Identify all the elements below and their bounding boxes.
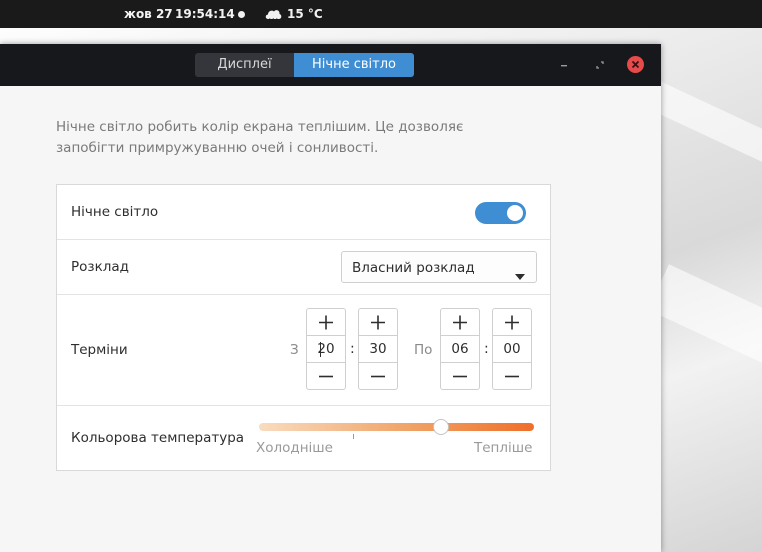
time-separator: : bbox=[350, 341, 355, 357]
wallpaper-stripe bbox=[647, 264, 762, 386]
cloud-icon[interactable] bbox=[264, 6, 282, 24]
from-minutes-field[interactable]: 30 bbox=[359, 336, 397, 362]
from-hours-spinner: 20 bbox=[306, 308, 346, 390]
text-cursor bbox=[320, 342, 321, 357]
close-icon[interactable] bbox=[627, 56, 644, 73]
night-light-settings-panel: Нічне світло Розклад Власний розклад Тер… bbox=[56, 184, 551, 471]
from-minutes-decrement-button[interactable] bbox=[359, 362, 397, 389]
to-hours-increment-button[interactable] bbox=[441, 309, 479, 336]
schedule-value: Власний розклад bbox=[352, 260, 475, 276]
display-settings-window: Дисплеї Нічне світло Нічне світло робить… bbox=[0, 44, 661, 552]
maximize-icon[interactable] bbox=[592, 57, 608, 73]
from-hours-decrement-button[interactable] bbox=[307, 362, 345, 389]
slider-handle[interactable] bbox=[433, 419, 449, 435]
minimize-icon[interactable] bbox=[556, 57, 572, 73]
tab-displays[interactable]: Дисплеї bbox=[195, 53, 294, 77]
panel-date[interactable]: жов 27 bbox=[124, 7, 173, 21]
to-minutes-spinner: 00 bbox=[492, 308, 532, 390]
panel-clock[interactable]: 19:54:14 bbox=[175, 7, 235, 21]
color-temperature-label: Кольорова температура bbox=[71, 430, 245, 446]
time-separator: : bbox=[484, 341, 489, 357]
from-hours-increment-button[interactable] bbox=[307, 309, 345, 336]
from-hours-field[interactable]: 20 bbox=[307, 336, 345, 362]
night-light-description: Нічне світло робить колір екрана тепліши… bbox=[56, 119, 464, 156]
window-titlebar[interactable]: Дисплеї Нічне світло bbox=[0, 44, 661, 86]
to-minutes-increment-button[interactable] bbox=[493, 309, 531, 336]
night-light-row: Нічне світло bbox=[57, 185, 550, 240]
from-minutes-spinner: 30 bbox=[358, 308, 398, 390]
slider-track[interactable] bbox=[259, 423, 534, 431]
top-panel: жов 27 19:54:14 15 °C bbox=[0, 0, 762, 28]
schedule-dropdown[interactable]: Власний розклад bbox=[341, 251, 537, 283]
schedule-row: Розклад Власний розклад bbox=[57, 240, 550, 295]
to-hours-field[interactable]: 06 bbox=[441, 336, 479, 362]
from-minutes-increment-button[interactable] bbox=[359, 309, 397, 336]
color-temperature-slider[interactable] bbox=[259, 419, 534, 439]
chevron-down-icon bbox=[515, 265, 525, 284]
night-light-switch[interactable] bbox=[475, 202, 526, 224]
notification-dot-icon[interactable] bbox=[238, 11, 245, 18]
to-minutes-field[interactable]: 00 bbox=[493, 336, 531, 362]
to-hours-spinner: 06 bbox=[440, 308, 480, 390]
times-row: Терміни З 20 : 30 По 06: 00 bbox=[57, 295, 550, 406]
to-minutes-decrement-button[interactable] bbox=[493, 362, 531, 389]
view-switcher: Дисплеї Нічне світло bbox=[195, 53, 414, 77]
warmer-label: Тепліше bbox=[474, 440, 533, 456]
panel-temperature[interactable]: 15 °C bbox=[287, 7, 323, 21]
cooler-label: Холодніше bbox=[256, 440, 333, 456]
from-label: З bbox=[290, 342, 299, 358]
slider-default-mark bbox=[353, 434, 354, 439]
times-label: Терміни bbox=[71, 342, 128, 358]
tab-night-light[interactable]: Нічне світло bbox=[294, 53, 414, 77]
schedule-label: Розклад bbox=[71, 259, 129, 275]
color-temperature-row: Кольорова температура Холодніше Тепліше bbox=[57, 406, 550, 471]
to-hours-decrement-button[interactable] bbox=[441, 362, 479, 389]
switch-knob bbox=[507, 205, 523, 221]
to-label: По bbox=[414, 342, 433, 358]
night-light-label: Нічне світло bbox=[71, 204, 159, 220]
